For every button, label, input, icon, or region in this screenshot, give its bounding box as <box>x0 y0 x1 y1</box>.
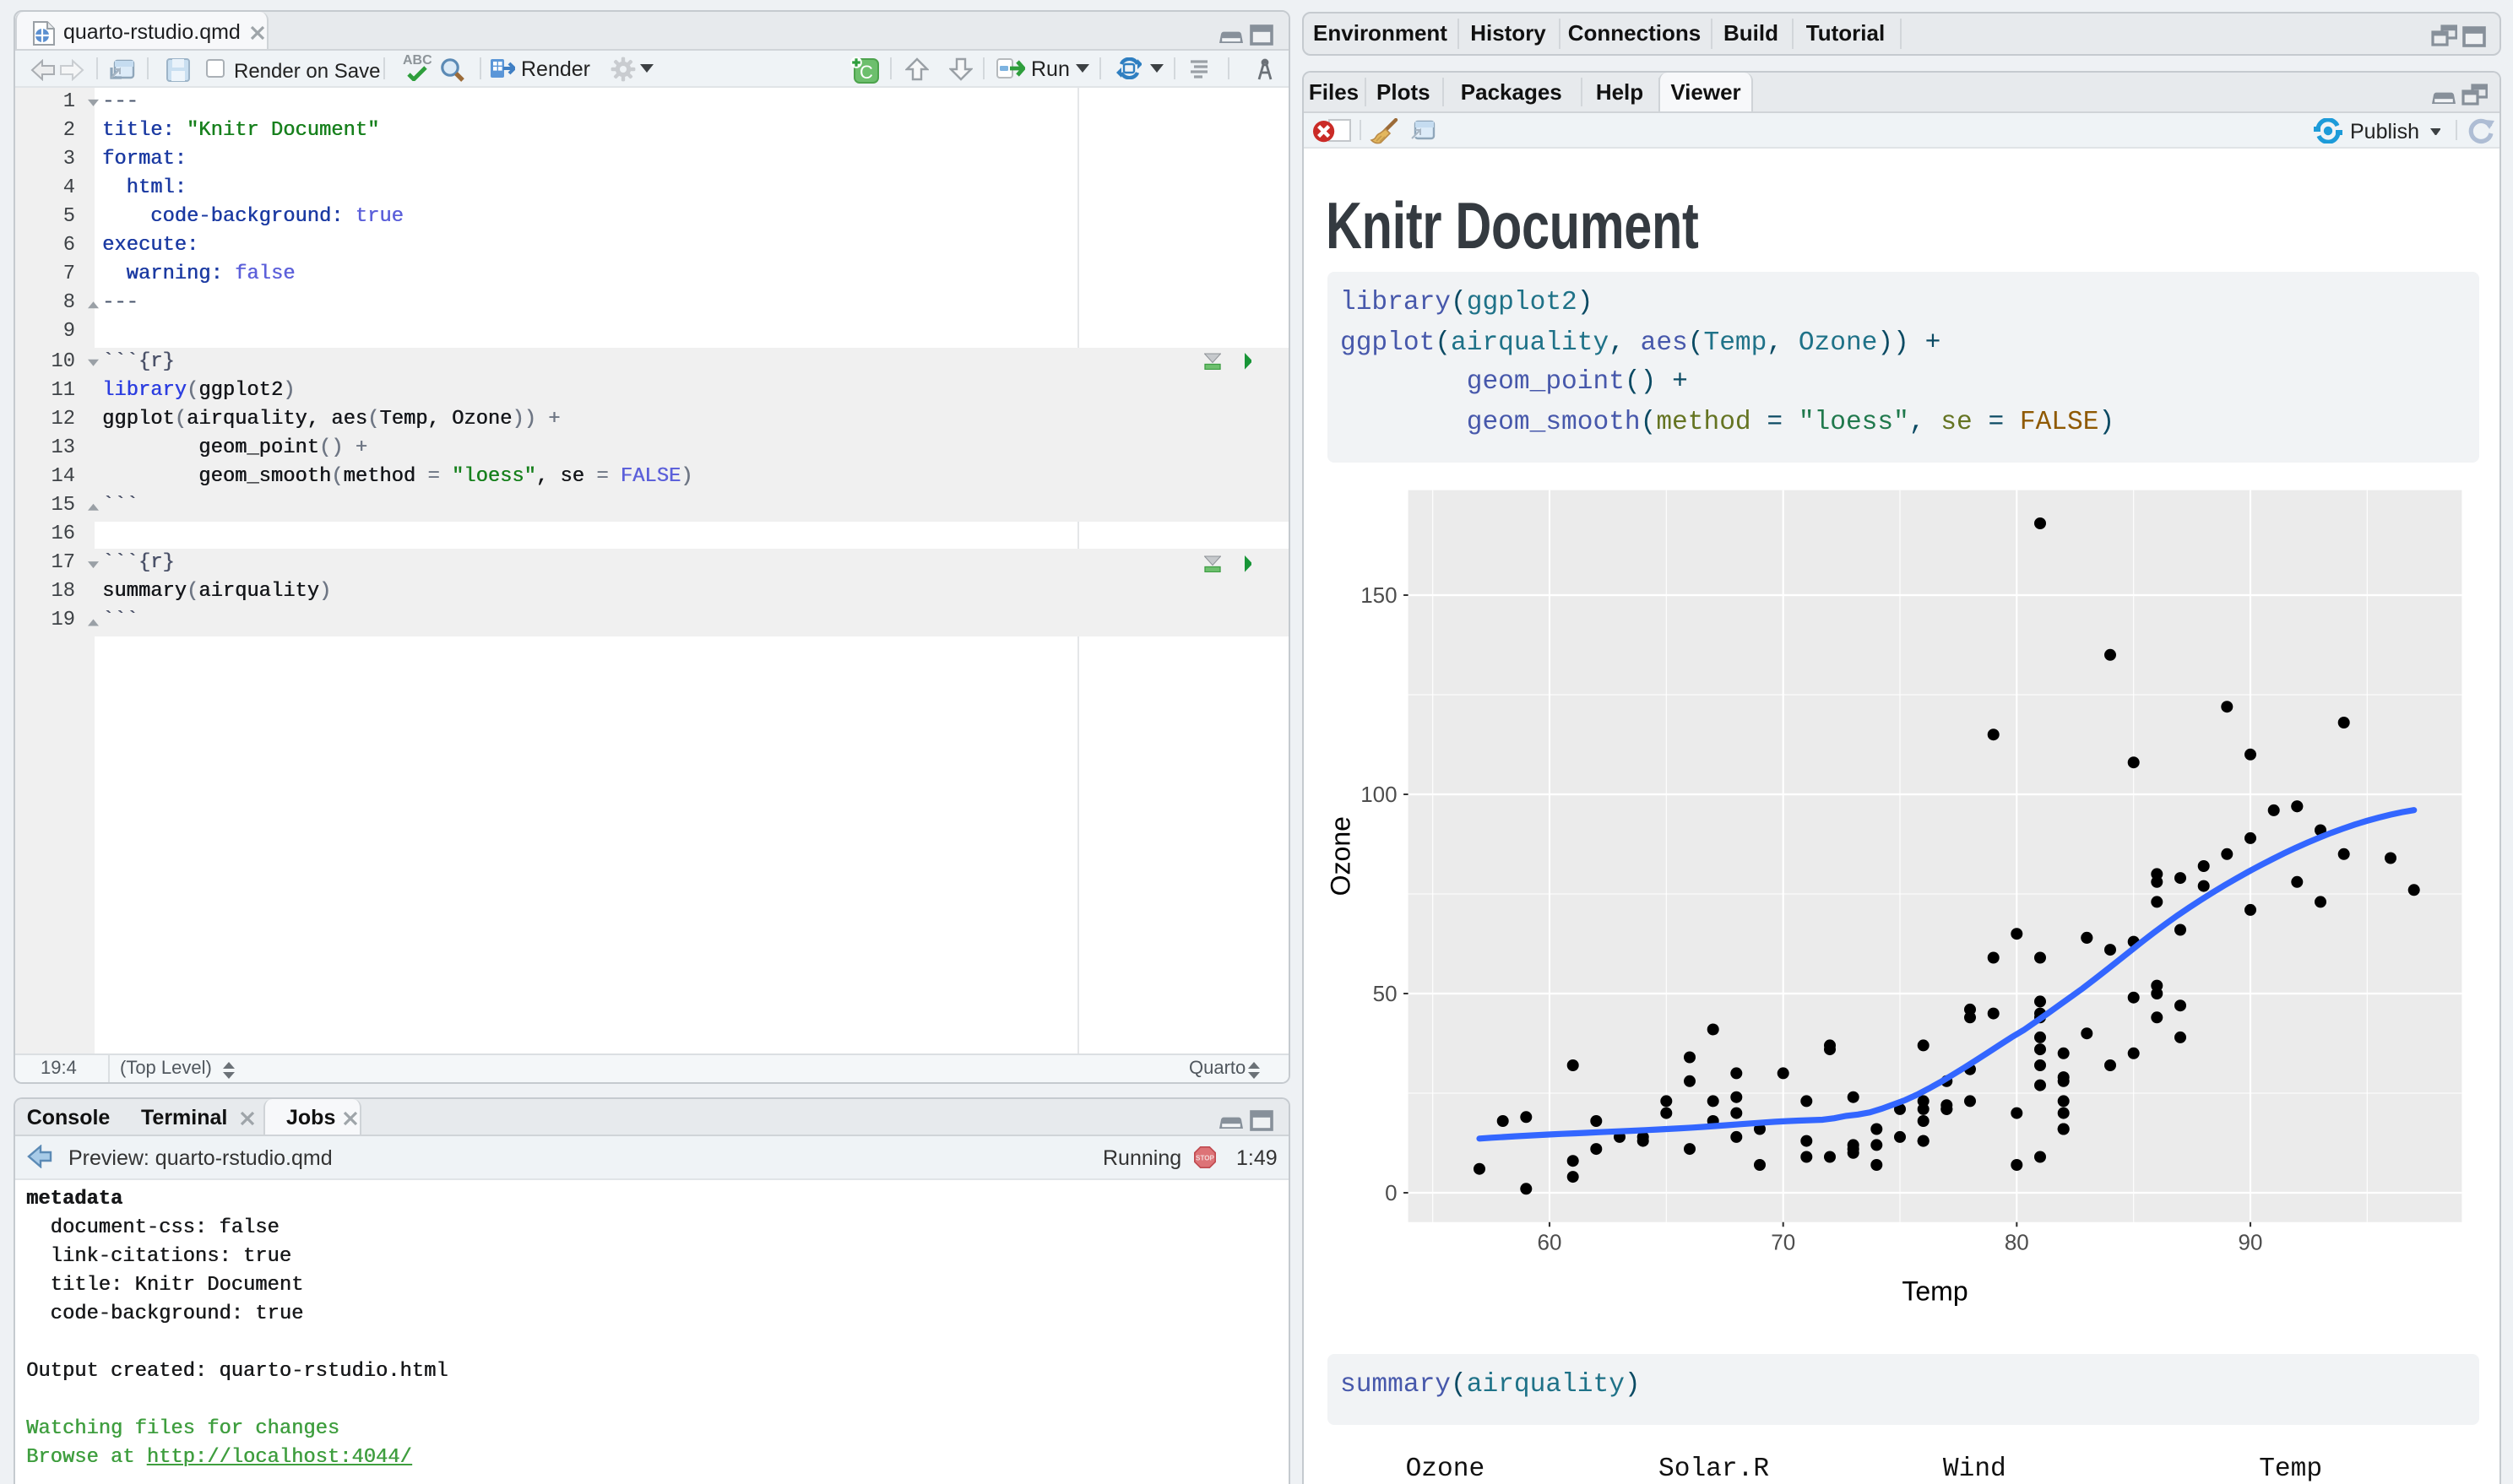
svg-text:Temp: Temp <box>1901 1277 1967 1308</box>
svg-text:0: 0 <box>1384 1181 1396 1206</box>
svg-text:80: 80 <box>2004 1231 2028 1256</box>
svg-text:50: 50 <box>1372 982 1397 1007</box>
svg-text:70: 70 <box>1770 1231 1794 1256</box>
svg-text:Ozone: Ozone <box>1325 817 1355 896</box>
svg-text:STOP: STOP <box>1195 1155 1214 1162</box>
svg-text:150: 150 <box>1360 583 1396 609</box>
svg-text:100: 100 <box>1360 783 1396 808</box>
svg-text:60: 60 <box>1537 1231 1561 1256</box>
svg-text:C: C <box>859 61 872 82</box>
svg-text:90: 90 <box>2238 1231 2262 1256</box>
